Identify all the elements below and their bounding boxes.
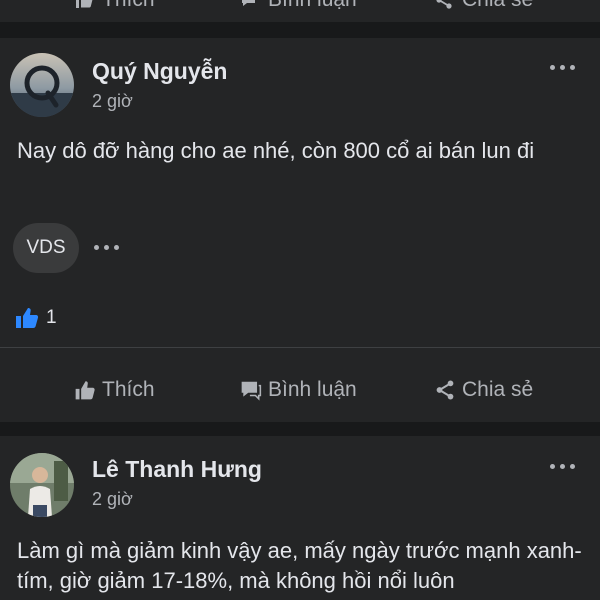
comment-icon (241, 381, 262, 401)
post-author-name[interactable]: Lê Thanh Hưng (92, 456, 262, 483)
like-button[interactable]: Thích (74, 378, 155, 402)
post-action-bar: Thích Bình luận Chia sẻ (0, 378, 600, 412)
avatar[interactable] (10, 453, 74, 517)
post-text: Nay dô đỡ hàng cho ae nhé, còn 800 cổ ai… (17, 138, 535, 163)
thumbs-up-icon (75, 381, 95, 400)
post-time[interactable]: 2 giờ (92, 489, 133, 510)
reaction-summary[interactable]: 1 (14, 306, 57, 330)
more-options-icon[interactable] (550, 463, 576, 471)
prev-share-button[interactable]: Chia sẻ (434, 0, 533, 12)
divider (0, 347, 600, 348)
more-options-icon[interactable] (550, 64, 576, 72)
like-count: 1 (46, 307, 57, 328)
post-text: Làm gì mà giảm kinh vậy ae, mấy ngày trư… (17, 538, 582, 593)
avatar-image (10, 53, 74, 117)
share-icon (436, 0, 452, 9)
share-icon (436, 380, 454, 400)
avatar-image (10, 453, 74, 517)
share-button[interactable]: Chia sẻ (434, 378, 533, 402)
post-card: Quý Nguyễn 2 giờ Nay dô đỡ hàng cho ae n… (0, 38, 600, 422)
avatar[interactable] (10, 53, 74, 117)
post-time[interactable]: 2 giờ (92, 91, 133, 112)
thumbs-up-icon (76, 0, 93, 8)
comment-icon (242, 0, 255, 6)
post-author-name[interactable]: Quý Nguyễn (92, 58, 227, 85)
prev-comment-button[interactable]: Bình luận (240, 0, 357, 12)
comment-label: Bình luận (268, 378, 357, 401)
share-label: Chia sẻ (462, 378, 534, 401)
prev-like-label: Thích (102, 0, 155, 12)
previous-post-action-bar: Thích Bình luận Chia sẻ (0, 0, 600, 22)
like-label: Thích (102, 378, 155, 401)
like-reaction-icon (16, 308, 39, 328)
prev-like-button[interactable]: Thích (74, 0, 155, 12)
tag-chip-more-icon[interactable] (94, 245, 120, 253)
prev-share-label: Chia sẻ (462, 0, 533, 12)
tag-chip-vds[interactable]: VDS (13, 223, 79, 273)
comment-button[interactable]: Bình luận (240, 378, 357, 402)
prev-comment-label: Bình luận (268, 0, 357, 12)
post-card: Lê Thanh Hưng 2 giờ Làm gì mà giảm kinh … (0, 436, 600, 600)
